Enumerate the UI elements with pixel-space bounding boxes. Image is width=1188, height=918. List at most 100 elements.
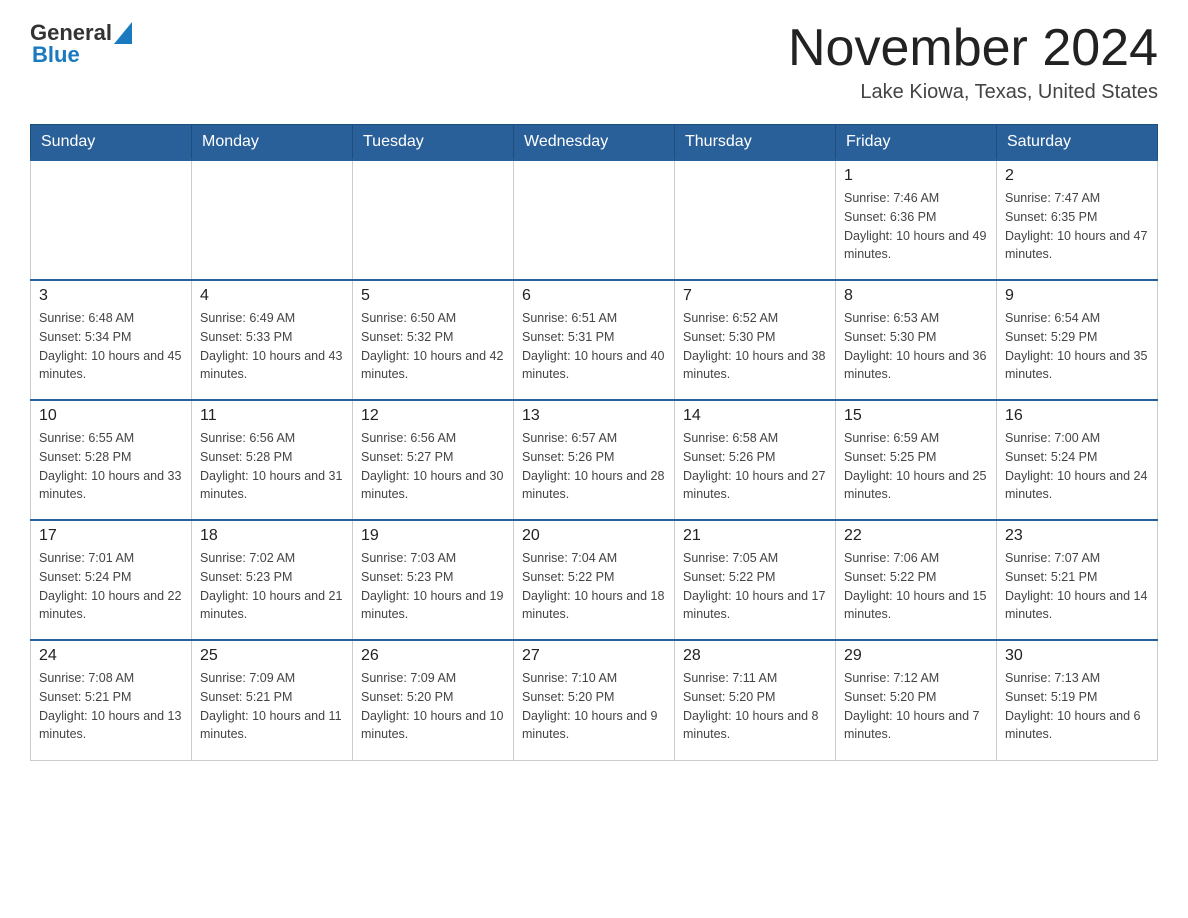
day-info: Sunrise: 7:00 AMSunset: 5:24 PMDaylight:… (1005, 429, 1149, 504)
month-title: November 2024 (788, 20, 1158, 77)
table-row: 18 Sunrise: 7:02 AMSunset: 5:23 PMDayligh… (192, 520, 353, 640)
day-info: Sunrise: 6:48 AMSunset: 5:34 PMDaylight:… (39, 309, 183, 384)
col-friday: Friday (836, 125, 997, 161)
day-number: 12 (361, 407, 505, 425)
day-number: 16 (1005, 407, 1149, 425)
day-number: 1 (844, 167, 988, 185)
day-number: 18 (200, 527, 344, 545)
day-info: Sunrise: 7:04 AMSunset: 5:22 PMDaylight:… (522, 549, 666, 624)
day-number: 23 (1005, 527, 1149, 545)
day-number: 17 (39, 527, 183, 545)
table-row: 19 Sunrise: 7:03 AMSunset: 5:23 PMDayligh… (353, 520, 514, 640)
day-info: Sunrise: 6:58 AMSunset: 5:26 PMDaylight:… (683, 429, 827, 504)
table-row: 4 Sunrise: 6:49 AMSunset: 5:33 PMDaylight… (192, 280, 353, 400)
day-number: 19 (361, 527, 505, 545)
table-row: 1 Sunrise: 7:46 AMSunset: 6:36 PMDaylight… (836, 160, 997, 280)
day-info: Sunrise: 6:52 AMSunset: 5:30 PMDaylight:… (683, 309, 827, 384)
day-info: Sunrise: 7:07 AMSunset: 5:21 PMDaylight:… (1005, 549, 1149, 624)
day-info: Sunrise: 6:53 AMSunset: 5:30 PMDaylight:… (844, 309, 988, 384)
table-row: 21 Sunrise: 7:05 AMSunset: 5:22 PMDayligh… (675, 520, 836, 640)
logo: General Blue (30, 20, 132, 68)
day-info: Sunrise: 7:11 AMSunset: 5:20 PMDaylight:… (683, 669, 827, 744)
day-info: Sunrise: 7:10 AMSunset: 5:20 PMDaylight:… (522, 669, 666, 744)
day-number: 4 (200, 287, 344, 305)
day-number: 10 (39, 407, 183, 425)
logo-blue-text: Blue (32, 42, 132, 68)
table-row: 22 Sunrise: 7:06 AMSunset: 5:22 PMDayligh… (836, 520, 997, 640)
table-row (31, 160, 192, 280)
day-number: 22 (844, 527, 988, 545)
day-info: Sunrise: 6:55 AMSunset: 5:28 PMDaylight:… (39, 429, 183, 504)
col-sunday: Sunday (31, 125, 192, 161)
calendar-week-row: 1 Sunrise: 7:46 AMSunset: 6:36 PMDaylight… (31, 160, 1158, 280)
col-wednesday: Wednesday (514, 125, 675, 161)
calendar-table: Sunday Monday Tuesday Wednesday Thursday… (30, 124, 1158, 761)
day-number: 30 (1005, 647, 1149, 665)
day-number: 9 (1005, 287, 1149, 305)
title-block: November 2024 Lake Kiowa, Texas, United … (788, 20, 1158, 104)
day-number: 13 (522, 407, 666, 425)
day-info: Sunrise: 7:05 AMSunset: 5:22 PMDaylight:… (683, 549, 827, 624)
table-row (353, 160, 514, 280)
day-info: Sunrise: 7:02 AMSunset: 5:23 PMDaylight:… (200, 549, 344, 624)
table-row: 11Sunrise: 6:56 AMSunset: 5:28 PMDayligh… (192, 400, 353, 520)
table-row: 16 Sunrise: 7:00 AMSunset: 5:24 PMDayligh… (997, 400, 1158, 520)
day-info: Sunrise: 6:56 AMSunset: 5:28 PMDaylight:… (200, 429, 344, 504)
table-row: 12 Sunrise: 6:56 AMSunset: 5:27 PMDayligh… (353, 400, 514, 520)
table-row: 28 Sunrise: 7:11 AMSunset: 5:20 PMDayligh… (675, 640, 836, 760)
table-row: 6 Sunrise: 6:51 AMSunset: 5:31 PMDaylight… (514, 280, 675, 400)
day-info: Sunrise: 7:01 AMSunset: 5:24 PMDaylight:… (39, 549, 183, 624)
day-number: 29 (844, 647, 988, 665)
table-row: 17 Sunrise: 7:01 AMSunset: 5:24 PMDayligh… (31, 520, 192, 640)
day-info: Sunrise: 6:51 AMSunset: 5:31 PMDaylight:… (522, 309, 666, 384)
table-row: 5Sunrise: 6:50 AMSunset: 5:32 PMDaylight… (353, 280, 514, 400)
page-header: General Blue November 2024 Lake Kiowa, T… (30, 20, 1158, 104)
calendar-week-row: 10 Sunrise: 6:55 AMSunset: 5:28 PMDayligh… (31, 400, 1158, 520)
table-row: 27 Sunrise: 7:10 AMSunset: 5:20 PMDayligh… (514, 640, 675, 760)
table-row: 30 Sunrise: 7:13 AMSunset: 5:19 PMDayligh… (997, 640, 1158, 760)
day-number: 7 (683, 287, 827, 305)
day-number: 26 (361, 647, 505, 665)
table-row (192, 160, 353, 280)
day-info: Sunrise: 7:03 AMSunset: 5:23 PMDaylight:… (361, 549, 505, 624)
table-row: 25 Sunrise: 7:09 AMSunset: 5:21 PMDayligh… (192, 640, 353, 760)
day-number: 6 (522, 287, 666, 305)
day-number: 8 (844, 287, 988, 305)
table-row: 23 Sunrise: 7:07 AMSunset: 5:21 PMDayligh… (997, 520, 1158, 640)
day-info: Sunrise: 7:46 AMSunset: 6:36 PMDaylight:… (844, 189, 988, 264)
day-number: 27 (522, 647, 666, 665)
table-row: 29Sunrise: 7:12 AMSunset: 5:20 PMDayligh… (836, 640, 997, 760)
day-info: Sunrise: 6:49 AMSunset: 5:33 PMDaylight:… (200, 309, 344, 384)
day-info: Sunrise: 7:13 AMSunset: 5:19 PMDaylight:… (1005, 669, 1149, 744)
day-info: Sunrise: 6:54 AMSunset: 5:29 PMDaylight:… (1005, 309, 1149, 384)
table-row: 15 Sunrise: 6:59 AMSunset: 5:25 PMDayligh… (836, 400, 997, 520)
table-row: 26Sunrise: 7:09 AMSunset: 5:20 PMDayligh… (353, 640, 514, 760)
table-row: 10 Sunrise: 6:55 AMSunset: 5:28 PMDayligh… (31, 400, 192, 520)
table-row: 2 Sunrise: 7:47 AMSunset: 6:35 PMDaylight… (997, 160, 1158, 280)
col-tuesday: Tuesday (353, 125, 514, 161)
calendar-week-row: 3 Sunrise: 6:48 AMSunset: 5:34 PMDaylight… (31, 280, 1158, 400)
day-number: 25 (200, 647, 344, 665)
day-number: 15 (844, 407, 988, 425)
logo-triangle-icon (114, 22, 132, 44)
table-row: 24 Sunrise: 7:08 AMSunset: 5:21 PMDayligh… (31, 640, 192, 760)
day-info: Sunrise: 6:56 AMSunset: 5:27 PMDaylight:… (361, 429, 505, 504)
table-row (514, 160, 675, 280)
table-row (675, 160, 836, 280)
day-number: 14 (683, 407, 827, 425)
day-number: 28 (683, 647, 827, 665)
table-row: 20Sunrise: 7:04 AMSunset: 5:22 PMDayligh… (514, 520, 675, 640)
day-number: 21 (683, 527, 827, 545)
day-number: 3 (39, 287, 183, 305)
table-row: 7 Sunrise: 6:52 AMSunset: 5:30 PMDaylight… (675, 280, 836, 400)
day-number: 2 (1005, 167, 1149, 185)
day-number: 24 (39, 647, 183, 665)
day-info: Sunrise: 7:06 AMSunset: 5:22 PMDaylight:… (844, 549, 988, 624)
day-info: Sunrise: 7:08 AMSunset: 5:21 PMDaylight:… (39, 669, 183, 744)
table-row: 14 Sunrise: 6:58 AMSunset: 5:26 PMDayligh… (675, 400, 836, 520)
table-row: 3 Sunrise: 6:48 AMSunset: 5:34 PMDaylight… (31, 280, 192, 400)
table-row: 9 Sunrise: 6:54 AMSunset: 5:29 PMDaylight… (997, 280, 1158, 400)
day-info: Sunrise: 7:47 AMSunset: 6:35 PMDaylight:… (1005, 189, 1149, 264)
day-info: Sunrise: 7:09 AMSunset: 5:21 PMDaylight:… (200, 669, 344, 744)
day-info: Sunrise: 6:59 AMSunset: 5:25 PMDaylight:… (844, 429, 988, 504)
